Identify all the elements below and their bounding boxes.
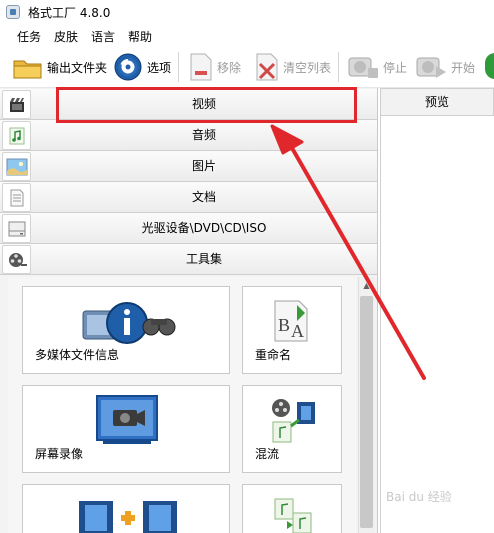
screen-record-icon (96, 395, 158, 444)
start-icon (416, 57, 446, 78)
start-button[interactable]: 开始 (414, 48, 475, 86)
media-info-icon (82, 302, 176, 344)
tool-screen-record-label: 屏幕录像 (35, 447, 84, 461)
disc-drive-icon (2, 214, 31, 243)
audio-note-icon (2, 121, 31, 150)
extra-toolbar-icon[interactable] (485, 53, 494, 79)
mux-icon (272, 399, 315, 443)
tool-video-join[interactable] (22, 484, 230, 533)
tool-audio-join[interactable] (242, 484, 342, 533)
menu-help[interactable]: 帮助 (128, 28, 152, 45)
stop-button[interactable]: 停止 (346, 48, 407, 86)
toolbar-separator (178, 52, 179, 82)
svg-text:B: B (278, 315, 290, 335)
start-label: 开始 (451, 60, 476, 75)
menu-skin[interactable]: 皮肤 (54, 28, 78, 45)
output-folder-label: 输出文件夹 (47, 60, 108, 75)
clear-list-icon (256, 53, 278, 81)
category-document-label: 文档 (191, 190, 216, 204)
scroll-thumb[interactable] (360, 296, 373, 528)
tool-mux[interactable]: 混流 (242, 385, 342, 473)
clear-list-button[interactable]: 清空列表 (254, 48, 331, 86)
audio-join-icon (274, 498, 312, 533)
preview-header: 预览 (380, 88, 494, 116)
remove-label: 移除 (217, 60, 242, 75)
rename-icon: B A (274, 300, 308, 342)
menu-language[interactable]: 语言 (91, 28, 115, 45)
clear-list-label: 清空列表 (283, 60, 332, 75)
tool-mux-label: 混流 (255, 447, 280, 461)
preview-pane (380, 116, 494, 533)
options-label: 选项 (147, 60, 172, 75)
watermark: Bai du 经验 (386, 490, 452, 504)
scroll-up-arrow-icon[interactable]: ▲ (359, 278, 374, 293)
preview-header-label: 预览 (424, 95, 449, 109)
stop-label: 停止 (383, 60, 408, 75)
tool-media-info-label: 多媒体文件信息 (35, 348, 120, 362)
window-title: 格式工厂 4.8.0 (28, 6, 111, 20)
output-folder-button[interactable]: 输出文件夹 (12, 48, 107, 86)
tool-rename[interactable]: B A 重命名 (242, 286, 342, 374)
tool-screen-record[interactable]: 屏幕录像 (22, 385, 230, 473)
options-button[interactable]: 选项 (112, 48, 171, 86)
folder-icon (13, 60, 42, 79)
remove-button[interactable]: 移除 (188, 48, 241, 86)
stop-icon (348, 57, 378, 78)
svg-text:A: A (291, 321, 304, 341)
picture-icon (2, 152, 31, 181)
document-icon (2, 183, 31, 212)
video-clapper-icon (2, 90, 31, 119)
toolbar-separator (338, 52, 339, 82)
category-audio-label: 音频 (191, 128, 216, 142)
menu-task[interactable]: 任务 (17, 28, 41, 45)
tool-media-info[interactable]: 多媒体文件信息 (22, 286, 230, 374)
options-gear-icon (114, 53, 142, 81)
category-disc-label: 光驱设备\DVD\CD\ISO (141, 221, 267, 235)
annotation-highlight-box (56, 87, 357, 123)
tool-rename-label: 重命名 (255, 348, 292, 362)
film-reel-icon (2, 245, 31, 274)
video-join-icon (79, 501, 177, 533)
category-picture-label: 图片 (191, 159, 216, 173)
category-toolset-label: 工具集 (185, 252, 222, 266)
remove-document-icon (190, 53, 212, 81)
app-logo-icon (6, 5, 20, 19)
